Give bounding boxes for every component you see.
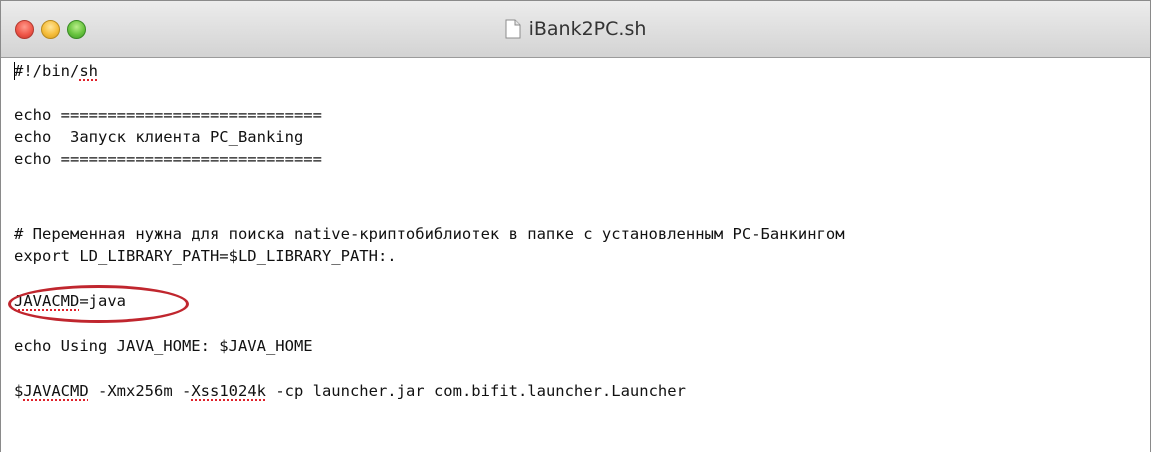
document-icon — [505, 19, 521, 39]
code-line-echo-separator-1: echo ============================ — [14, 106, 322, 124]
code-line-run-launcher: $JAVACMD -Xmx256m -Xss1024k -cp launcher… — [14, 380, 686, 402]
code-line-comment: # Переменная нужна для поиска native-кри… — [14, 225, 845, 243]
code-line-shebang: #!/bin/sh — [14, 60, 98, 82]
text-editor-window: iBank2PC.sh #!/bin/sh echo =============… — [0, 0, 1151, 452]
text-editor-area[interactable]: #!/bin/sh echo =========================… — [1, 58, 1150, 452]
code-line-export: export LD_LIBRARY_PATH=$LD_LIBRARY_PATH:… — [14, 247, 397, 265]
code-line-echo-separator-2: echo ============================ — [14, 150, 322, 168]
javacmd-highlight-oval — [8, 285, 189, 323]
window-title-area: iBank2PC.sh — [1, 18, 1150, 42]
run-dollar: $ — [14, 382, 24, 400]
title-bar[interactable]: iBank2PC.sh — [1, 1, 1150, 58]
run-stack-option: Xss1024k — [191, 382, 266, 400]
window-title: iBank2PC.sh — [528, 18, 647, 40]
shebang-shell-word: sh — [79, 62, 98, 80]
shebang-prefix: #!/bin/ — [14, 62, 80, 80]
run-javacmd-variable: JAVACMD — [23, 382, 89, 400]
run-heap-option: -Xmx256m - — [88, 382, 192, 400]
code-line-echo-title: echo Запуск клиента PC_Banking — [14, 128, 304, 146]
run-classpath-and-class: -cp launcher.jar com.bifit.launcher.Laun… — [265, 382, 686, 400]
code-line-echo-java-home: echo Using JAVA_HOME: $JAVA_HOME — [14, 337, 313, 355]
